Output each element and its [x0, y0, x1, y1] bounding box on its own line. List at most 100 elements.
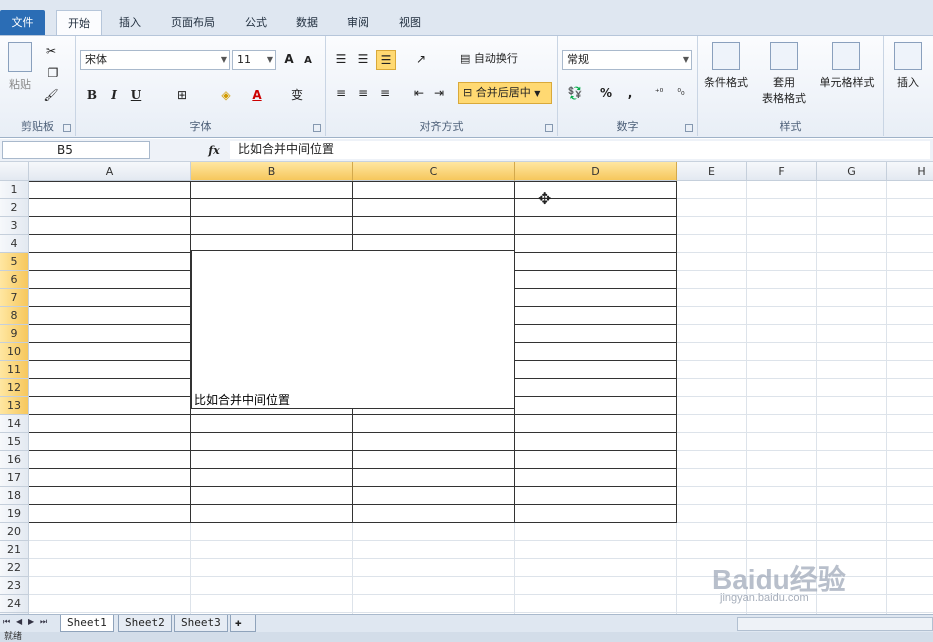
row-header[interactable]: 19 [0, 505, 29, 523]
last-sheet-icon[interactable]: ⏭ [40, 617, 47, 627]
merge-center-button[interactable]: ⊟ 合并后居中 ▼ [458, 82, 552, 104]
column-header-a[interactable]: A [29, 162, 191, 181]
row-header[interactable]: 3 [0, 217, 29, 235]
sheet-tab-sheet1[interactable]: Sheet1 [60, 615, 114, 632]
paste-button[interactable]: 粘贴 [4, 78, 36, 92]
conditional-format-icon[interactable] [712, 42, 740, 70]
column-header-f[interactable]: F [747, 162, 817, 181]
format-painter-icon[interactable]: 🖌 [42, 86, 60, 104]
row-header[interactable]: 10 [0, 343, 29, 361]
prev-sheet-icon[interactable]: ◀ [16, 617, 22, 626]
row-header[interactable]: 5 [0, 253, 29, 271]
insert-cells-button[interactable]: 插入 [888, 76, 928, 90]
insert-cells-icon[interactable] [894, 42, 922, 70]
cell-styles-icon[interactable] [832, 42, 860, 70]
font-launcher-icon[interactable] [313, 124, 321, 132]
tab-page-layout[interactable]: 页面布局 [160, 10, 226, 35]
insert-function-button[interactable]: fx [200, 142, 228, 159]
name-box[interactable]: B5 [2, 141, 150, 159]
border-icon[interactable]: ⊞ [172, 86, 192, 104]
comma-button[interactable]: , [624, 84, 636, 102]
row-header[interactable]: 9 [0, 325, 29, 343]
increase-decimal-icon[interactable]: ⁺⁰ [650, 84, 668, 102]
tab-view[interactable]: 视图 [388, 10, 432, 35]
align-top-icon[interactable]: ☰ [332, 50, 350, 68]
copy-icon[interactable]: ❐ [42, 64, 64, 82]
row-header[interactable]: 20 [0, 523, 29, 541]
paste-icon[interactable] [8, 42, 32, 72]
row-header[interactable]: 7 [0, 289, 29, 307]
first-sheet-icon[interactable]: ⏮ [3, 617, 10, 627]
tab-home[interactable]: 开始 [56, 10, 102, 35]
sheet-tab-sheet3[interactable]: Sheet3 [174, 615, 228, 632]
number-format-select[interactable]: 常规 ▼ [562, 50, 692, 70]
underline-button[interactable]: U [128, 86, 144, 104]
row-header[interactable]: 24 [0, 595, 29, 613]
number-launcher-icon[interactable] [685, 124, 693, 132]
grow-font-icon[interactable]: A [280, 50, 298, 68]
column-header-e[interactable]: E [677, 162, 747, 181]
cell-styles-button[interactable]: 单元格样式 [816, 76, 878, 90]
wrap-text-button[interactable]: ▤ 自动换行 [460, 52, 532, 66]
column-header-b[interactable]: B [191, 162, 353, 181]
column-header-h[interactable]: H [887, 162, 933, 181]
bold-button[interactable]: B [84, 86, 100, 104]
fill-color-icon[interactable]: ◈ [216, 86, 236, 104]
row-header[interactable]: 23 [0, 577, 29, 595]
horizontal-scrollbar[interactable] [737, 617, 933, 631]
row-header[interactable]: 2 [0, 199, 29, 217]
formula-input[interactable]: 比如合并中间位置 [230, 141, 930, 159]
alignment-launcher-icon[interactable] [545, 124, 553, 132]
font-name-select[interactable]: 宋体 ▼ [80, 50, 230, 70]
row-header[interactable]: 17 [0, 469, 29, 487]
tab-insert[interactable]: 插入 [108, 10, 152, 35]
align-middle-icon[interactable]: ☰ [354, 50, 372, 68]
table-format-label-1[interactable]: 套用 [762, 76, 806, 90]
align-left-icon[interactable]: ≡ [332, 84, 350, 102]
column-header-d[interactable]: D [515, 162, 677, 181]
row-header[interactable]: 4 [0, 235, 29, 253]
align-bottom-icon[interactable]: ☰ [376, 50, 396, 70]
font-color-button[interactable]: A [248, 86, 266, 104]
row-header[interactable]: 6 [0, 271, 29, 289]
select-all-corner[interactable] [0, 162, 29, 181]
table-format-icon[interactable] [770, 42, 798, 70]
row-header[interactable]: 8 [0, 307, 29, 325]
decrease-indent-icon[interactable]: ⇤ [410, 84, 428, 102]
decrease-decimal-icon[interactable]: ⁰₀ [672, 84, 690, 102]
sheet-tab-sheet2[interactable]: Sheet2 [118, 615, 172, 632]
clipboard-launcher-icon[interactable] [63, 124, 71, 132]
row-header[interactable]: 16 [0, 451, 29, 469]
italic-button[interactable]: I [106, 86, 122, 104]
font-size-select[interactable]: 11 ▼ [232, 50, 276, 70]
cut-icon[interactable]: ✂ [42, 42, 60, 60]
row-header[interactable]: 13 [0, 397, 29, 415]
row-header[interactable]: 18 [0, 487, 29, 505]
conditional-format-button[interactable]: 条件格式 [698, 76, 754, 90]
next-sheet-icon[interactable]: ▶ [28, 617, 34, 626]
tab-data[interactable]: 数据 [285, 10, 329, 35]
row-header[interactable]: 14 [0, 415, 29, 433]
row-header[interactable]: 11 [0, 361, 29, 379]
table-format-label-2[interactable]: 表格格式 [752, 92, 816, 106]
percent-button[interactable]: % [598, 84, 614, 102]
row-header[interactable]: 12 [0, 379, 29, 397]
align-center-icon[interactable]: ≡ [354, 84, 372, 102]
column-header-c[interactable]: C [353, 162, 515, 181]
increase-indent-icon[interactable]: ⇥ [430, 84, 448, 102]
row-header[interactable]: 22 [0, 559, 29, 577]
tab-review[interactable]: 审阅 [336, 10, 380, 35]
column-header-g[interactable]: G [817, 162, 887, 181]
currency-icon[interactable]: 💱 [564, 84, 586, 102]
row-header[interactable]: 21 [0, 541, 29, 559]
orientation-icon[interactable]: ↗ [410, 50, 432, 68]
tab-file[interactable]: 文件 [0, 10, 45, 35]
row-header[interactable]: 15 [0, 433, 29, 451]
tab-formulas[interactable]: 公式 [236, 10, 276, 35]
align-right-icon[interactable]: ≡ [376, 84, 394, 102]
new-sheet-icon[interactable]: ✚ [230, 615, 256, 632]
merged-cell-b5-c13[interactable]: 比如合并中间位置 [191, 250, 515, 409]
row-header[interactable]: 1 [0, 181, 29, 199]
phonetic-button[interactable]: 变 [288, 86, 306, 104]
shrink-font-icon[interactable]: A [300, 52, 316, 70]
